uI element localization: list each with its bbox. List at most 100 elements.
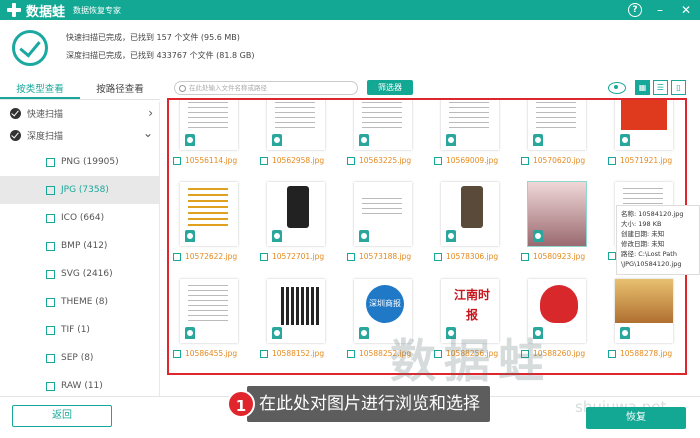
file-name: 10588278.jpg [620,349,673,358]
image-file-icon [359,134,369,146]
file-tile[interactable]: 10562958.jpg [260,100,347,186]
checkbox[interactable] [347,349,355,358]
tab-by-type[interactable]: 按类型查看 [0,80,80,99]
file-tile[interactable]: 10573188.jpg [347,182,434,282]
checkbox[interactable] [521,252,529,261]
type-label: RAW (11) [61,381,103,391]
file-tile[interactable]: 10572622.jpg [173,182,260,282]
file-tile[interactable]: 10570620.jpg [521,100,608,186]
checkbox[interactable] [434,156,442,165]
detail-view-button[interactable]: ▯ [671,80,686,95]
file-tile[interactable]: 10563225.jpg [347,100,434,186]
thumbnail[interactable] [267,100,325,150]
image-file-icon [620,134,630,146]
deep-scan-item[interactable]: 深度扫描 ⌄ [0,124,159,146]
checkbox[interactable] [46,241,55,251]
image-file-icon [185,134,195,146]
chevron-down-icon[interactable]: ⌄ [143,124,153,142]
close-button[interactable]: ✕ [678,2,694,18]
file-tile[interactable]: 10572701.jpg [260,182,347,282]
checkbox[interactable] [46,213,55,223]
file-tile[interactable]: 10571921.jpg [608,100,685,186]
check-circle-icon [10,107,21,119]
callout-text: 在此处对图片进行浏览和选择 [247,386,490,422]
view-tabs: 按类型查看 按路径查看 [0,80,160,100]
tab-by-path[interactable]: 按路径查看 [80,80,160,99]
file-tile[interactable]: 10586455.jpg [173,279,260,373]
thumbnail[interactable] [528,100,586,150]
checkbox[interactable] [173,349,181,358]
file-tile[interactable]: 10588278.jpg [608,279,685,373]
checkbox[interactable] [173,252,181,261]
checkbox[interactable] [260,156,268,165]
thumbnail[interactable] [267,182,325,246]
thumbnail[interactable] [528,182,586,246]
quick-scan-item[interactable]: 快速扫描 › [0,102,159,124]
checkbox[interactable] [46,297,55,307]
checkbox[interactable] [608,252,616,260]
help-button[interactable]: ? [628,3,642,17]
checkbox[interactable] [347,252,355,261]
thumbnail[interactable] [441,182,499,246]
checkbox[interactable] [173,156,181,165]
file-tile[interactable]: 10569009.jpg [434,100,521,186]
grid-view-button[interactable]: ▦ [635,80,650,95]
type-item-jpg[interactable]: JPG (7358) [0,176,160,204]
checkbox[interactable] [46,269,55,279]
checkbox[interactable] [608,156,616,165]
checkbox[interactable] [46,325,55,335]
type-item-bmp[interactable]: BMP (412) [0,232,160,260]
image-file-icon [446,230,456,242]
type-item-ico[interactable]: ICO (664) [0,204,160,232]
type-item-svg[interactable]: SVG (2416) [0,260,160,288]
checkbox[interactable] [521,156,529,165]
thumbnail[interactable] [180,279,238,343]
filter-button[interactable]: 筛选器 [367,80,413,95]
checkbox[interactable] [46,185,55,195]
file-name: 10572622.jpg [185,252,238,261]
type-item-sep[interactable]: SEP (8) [0,344,160,372]
thumbnail[interactable] [180,182,238,246]
list-view-button[interactable]: ☰ [653,80,668,95]
file-name: 10586455.jpg [185,349,238,358]
thumbnail[interactable] [267,279,325,343]
checkbox[interactable] [347,156,355,165]
thumbnail[interactable] [441,100,499,150]
thumbnail[interactable] [180,100,238,150]
type-item-png[interactable]: PNG (19905) [0,148,160,176]
checkbox[interactable] [46,157,55,167]
recover-button[interactable]: 恢复 [586,407,686,429]
checkbox[interactable] [46,353,55,363]
file-tile[interactable]: 10588152.jpg [260,279,347,373]
newspaper-logo: 江南时报 [453,288,490,322]
checkbox[interactable] [260,349,268,358]
scan-complete-icon [12,30,48,66]
checkbox[interactable] [46,381,55,391]
image-file-icon [533,134,543,146]
checkbox[interactable] [434,252,442,261]
search-input[interactable]: 在此处输入文件名称或路径 [174,81,358,95]
image-file-icon [272,230,282,242]
file-tile[interactable]: 10578306.jpg [434,182,521,282]
newspaper-logo: 深圳商报 [366,285,404,323]
preview-eye-icon[interactable] [608,81,626,94]
thumbnail[interactable] [615,279,673,343]
minimize-button[interactable]: – [652,2,668,18]
thumbnail[interactable] [354,182,412,246]
type-item-tif[interactable]: TIF (1) [0,316,160,344]
scan-status: 快速扫描已完成，已找到 157 个文件 (95.6 MB) 深度扫描已完成，已找… [0,20,700,72]
image-file-icon [533,230,543,242]
file-tile[interactable]: 10556114.jpg [173,100,260,186]
tutorial-callout: 1 在此处对图片进行浏览和选择 [227,385,554,423]
back-button[interactable]: 返回 [12,405,112,427]
thumbnail[interactable] [615,100,673,150]
image-file-icon [620,327,630,339]
type-item-theme[interactable]: THEME (8) [0,288,160,316]
image-file-icon [272,327,282,339]
file-name: 10588152.jpg [272,349,325,358]
chevron-right-icon[interactable]: › [148,102,153,124]
checkbox[interactable] [260,252,268,261]
checkbox[interactable] [608,349,616,358]
thumbnail[interactable] [354,100,412,150]
file-tile[interactable]: 10580923.jpg [521,182,608,282]
